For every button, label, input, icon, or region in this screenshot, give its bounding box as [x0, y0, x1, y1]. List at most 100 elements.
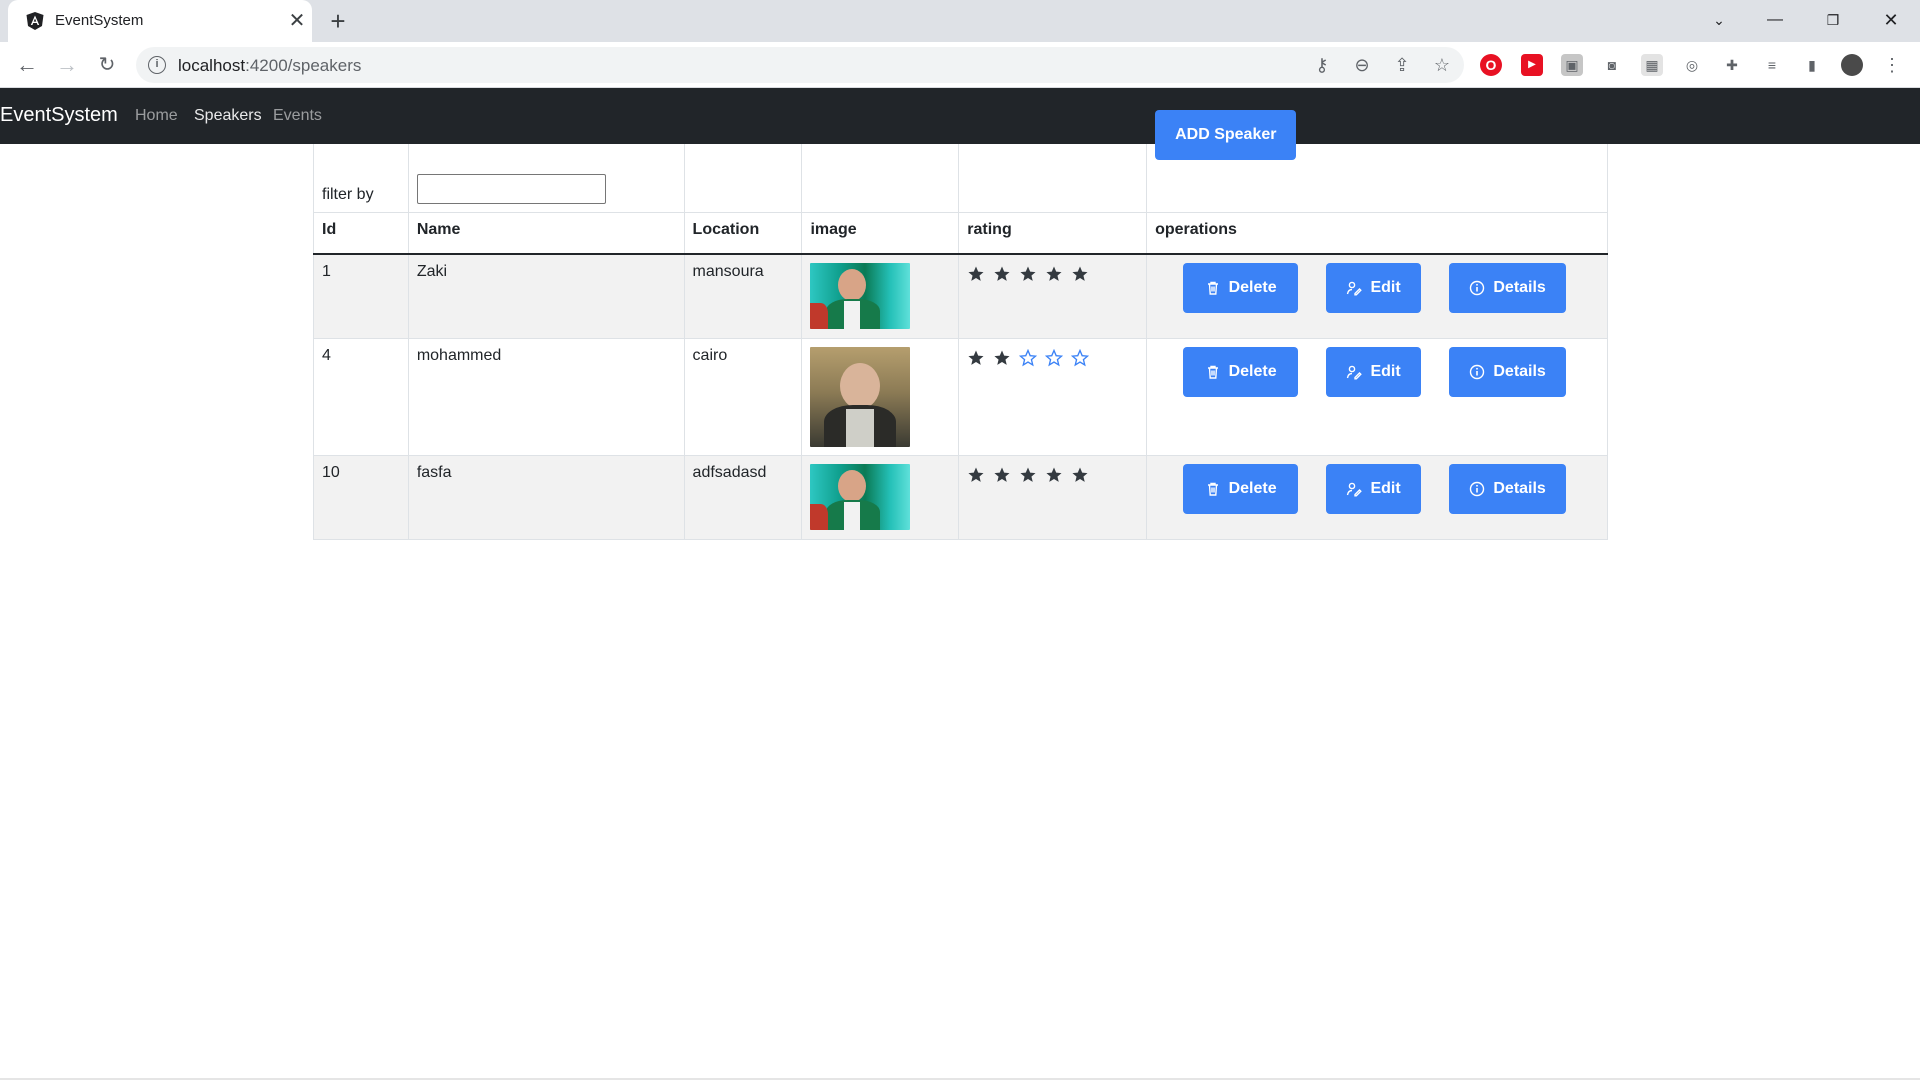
star-filled-icon[interactable] — [1019, 265, 1037, 283]
star-filled-icon[interactable] — [993, 265, 1011, 283]
star-filled-icon[interactable] — [993, 466, 1011, 484]
star-filled-icon[interactable] — [1071, 466, 1089, 484]
cell-location: cairo — [683, 338, 803, 456]
opera-extension-icon[interactable]: O — [1480, 54, 1502, 76]
details-label: Details — [1493, 279, 1546, 296]
tab-search-icon[interactable]: ⌄ — [1696, 0, 1742, 40]
cell-name: Zaki — [407, 254, 685, 339]
edit-button[interactable]: Edit — [1326, 346, 1422, 397]
rating-stars — [967, 464, 1138, 484]
camera-extension-icon[interactable]: ◙ — [1601, 54, 1623, 76]
cell-image — [801, 338, 960, 456]
delete-button[interactable]: Delete — [1183, 346, 1299, 397]
table-row: 1 Zaki mansoura Delete Edit Details — [313, 254, 1608, 339]
delete-label: Delete — [1228, 279, 1277, 296]
details-label: Details — [1493, 479, 1546, 497]
reload-icon[interactable]: ↻ — [93, 51, 121, 79]
bookmark-star-icon[interactable]: ☆ — [1430, 53, 1454, 77]
star-filled-icon[interactable] — [1071, 265, 1089, 283]
cell-image — [801, 254, 960, 339]
nav-link-speakers[interactable]: Speakers — [194, 107, 262, 125]
details-button[interactable]: Details — [1449, 263, 1567, 313]
browser-tab[interactable]: EventSystem ✕ — [8, 0, 312, 42]
delete-label: Delete — [1228, 362, 1277, 380]
filter-row: filter by ADD Speaker — [313, 109, 1608, 213]
edit-label: Edit — [1370, 479, 1401, 497]
delete-button[interactable]: Delete — [1183, 463, 1299, 514]
profile-avatar[interactable] — [1841, 54, 1863, 76]
tab-title: EventSystem — [55, 12, 144, 29]
star-filled-icon[interactable] — [1045, 265, 1063, 283]
details-button[interactable]: Details — [1449, 346, 1567, 397]
empty-cell — [958, 144, 1148, 213]
header-id: Id — [313, 212, 409, 255]
forward-icon[interactable]: → — [53, 51, 81, 79]
address-bar[interactable]: i localhost:4200/speakers ⚷ ⊖ ⇪ ☆ — [136, 47, 1464, 83]
back-icon[interactable]: ← — [13, 51, 41, 79]
media-queue-icon[interactable]: ≡ — [1761, 54, 1783, 76]
new-tab-icon[interactable]: + — [324, 7, 352, 35]
star-filled-icon[interactable] — [1019, 466, 1037, 484]
nav-link-events[interactable]: Events — [273, 107, 322, 125]
speaker-name: Zaki — [416, 263, 448, 280]
info-icon — [1470, 280, 1485, 296]
cell-id: 10 — [313, 455, 409, 540]
share-icon[interactable]: ⇪ — [1390, 53, 1414, 77]
side-panel-icon[interactable]: ▮ — [1801, 54, 1823, 76]
window-close-icon[interactable]: ✕ — [1868, 0, 1914, 40]
header-name: Name — [407, 212, 685, 255]
table-row: 4 mohammed cairo Delete Edit Details — [313, 338, 1608, 456]
info-icon — [1470, 364, 1485, 379]
edit-button[interactable]: Edit — [1326, 263, 1422, 313]
app-brand[interactable]: EventSystem — [0, 104, 118, 127]
filter-label-cell: filter by — [313, 144, 409, 213]
site-info-icon[interactable]: i — [148, 56, 166, 74]
star-filled-icon[interactable] — [967, 349, 985, 367]
speaker-location: adfsadasd — [692, 463, 767, 481]
cell-name: fasfa — [407, 455, 685, 540]
speakers-table-wrapper: filter by ADD Speaker Id Name Location i… — [313, 109, 1608, 540]
url-text: localhost:4200/speakers — [178, 56, 362, 75]
edit-button[interactable]: Edit — [1326, 463, 1422, 514]
image-extension-icon[interactable]: ▣ — [1561, 54, 1583, 76]
header-image: image — [801, 212, 960, 255]
header-location: Location — [683, 212, 803, 255]
star-filled-icon[interactable] — [967, 466, 985, 484]
speaker-id: 10 — [322, 463, 340, 481]
user-edit-icon — [1347, 482, 1363, 496]
key-icon[interactable]: ⚷ — [1310, 53, 1334, 77]
close-tab-icon[interactable]: ✕ — [285, 9, 309, 33]
delete-button[interactable]: Delete — [1183, 263, 1299, 313]
zoom-out-icon[interactable]: ⊖ — [1350, 53, 1374, 77]
edit-label: Edit — [1370, 362, 1401, 380]
details-button[interactable]: Details — [1449, 463, 1567, 514]
star-filled-icon[interactable] — [967, 265, 985, 283]
cell-operations: Delete Edit Details — [1146, 455, 1608, 540]
filter-input[interactable] — [416, 173, 606, 204]
speaker-name: fasfa — [416, 463, 452, 481]
filter-input-cell — [407, 144, 685, 213]
header-rating: rating — [958, 212, 1148, 255]
delete-label: Delete — [1228, 479, 1277, 497]
star-empty-icon[interactable] — [1045, 348, 1064, 367]
cell-operations: Delete Edit Details — [1146, 254, 1608, 339]
grid-extension-icon[interactable]: ▦ — [1641, 54, 1663, 76]
star-filled-icon[interactable] — [1045, 466, 1063, 484]
restore-icon[interactable]: ❐ — [1810, 0, 1856, 40]
browser-menu-icon[interactable]: ⋮ — [1881, 54, 1903, 76]
rating-stars — [967, 263, 1138, 283]
timer-extension-icon[interactable]: ◎ — [1681, 54, 1703, 76]
user-edit-icon — [1347, 365, 1363, 379]
star-filled-icon[interactable] — [993, 349, 1011, 367]
minimize-icon[interactable]: — — [1752, 0, 1798, 40]
star-empty-icon[interactable] — [1019, 348, 1038, 367]
youtube-extension-icon[interactable]: ▶ — [1521, 54, 1543, 76]
speakers-table: filter by ADD Speaker Id Name Location i… — [313, 109, 1608, 540]
star-empty-icon[interactable] — [1071, 348, 1090, 367]
extensions-puzzle-icon[interactable]: ✚ — [1721, 54, 1743, 76]
info-icon — [1470, 481, 1485, 496]
nav-link-home[interactable]: Home — [135, 107, 178, 125]
add-speaker-button[interactable]: ADD Speaker — [1155, 109, 1297, 160]
trash-icon — [1207, 365, 1218, 379]
cell-location: adfsadasd — [683, 455, 803, 540]
